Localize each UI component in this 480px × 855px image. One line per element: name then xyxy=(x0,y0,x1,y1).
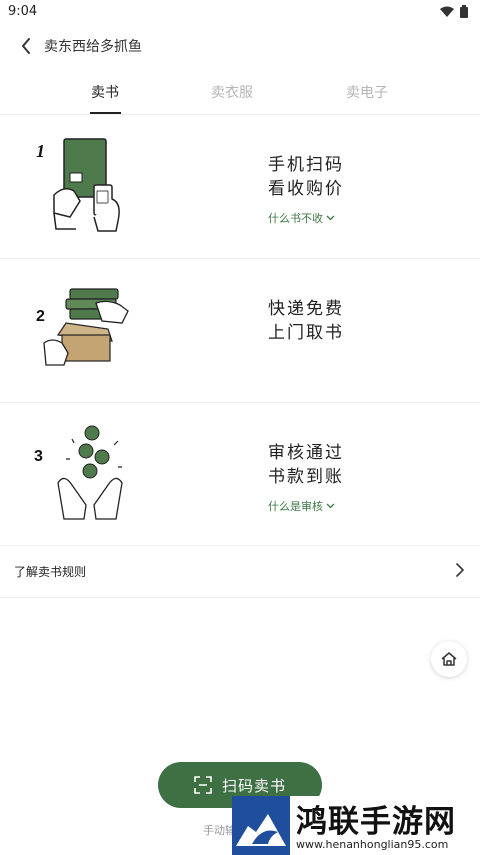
status-time: 9:04 xyxy=(8,4,38,19)
step-2-line-1: 快递免费 xyxy=(268,299,344,319)
selling-rules-label: 了解卖书规则 xyxy=(14,565,87,579)
review-info-link[interactable]: 什么是审核 xyxy=(268,498,335,514)
step-1-line-1: 手机扫码 xyxy=(268,155,344,175)
tab-sell-clothes[interactable]: 卖衣服 xyxy=(211,82,253,102)
status-icons xyxy=(440,5,468,18)
category-tabs: 卖书 卖衣服 卖电子 xyxy=(0,74,480,114)
page-title: 卖东西给多抓鱼 xyxy=(44,39,142,55)
unaccepted-books-link-label: 什么书不收 xyxy=(268,212,323,225)
scan-book-illustration: 1 xyxy=(36,138,120,232)
chevron-down-icon xyxy=(326,215,335,221)
tab-sell-electronics[interactable]: 卖电子 xyxy=(346,82,388,102)
step-3-number: 3 xyxy=(34,448,43,465)
app-header: 卖东西给多抓鱼 xyxy=(0,24,480,68)
home-icon xyxy=(441,652,457,666)
tab-sell-books[interactable]: 卖书 xyxy=(91,82,119,102)
back-arrow-icon xyxy=(22,38,30,54)
step-1: 1 手机扫码 看收购价 什么书不收 xyxy=(0,115,480,259)
scan-icon xyxy=(194,776,212,794)
chevron-right-icon xyxy=(456,563,464,577)
unaccepted-books-link[interactable]: 什么书不收 xyxy=(268,210,335,226)
step-3-line-2: 书款到账 xyxy=(268,467,344,487)
step-2-line-2: 上门取书 xyxy=(268,323,344,343)
watermark-logo-icon xyxy=(232,796,290,855)
status-bar: 9:04 xyxy=(0,0,480,24)
step-2-text: 快递免费 上门取书 xyxy=(268,297,344,345)
watermark-url: www.henanhonglian95.com xyxy=(296,838,449,851)
step-3-text: 审核通过 书款到账 xyxy=(268,441,344,489)
rules-divider xyxy=(0,597,480,598)
step-3-line-1: 审核通过 xyxy=(268,443,344,463)
back-button[interactable] xyxy=(14,34,38,58)
scan-to-sell-label: 扫码卖书 xyxy=(221,776,286,795)
payment-illustration: 3 xyxy=(34,425,123,520)
step-2: 2 快递免费 上门取书 xyxy=(0,259,480,403)
chevron-down-icon xyxy=(326,503,335,509)
step-1-text: 手机扫码 看收购价 xyxy=(268,153,344,201)
step-1-number: 1 xyxy=(36,141,45,161)
review-info-link-label: 什么是审核 xyxy=(268,500,323,513)
wifi-icon xyxy=(440,6,454,17)
step-1-line-2: 看收购价 xyxy=(268,179,344,199)
step-3: 3 审核通过 书款到账 什么是审核 xyxy=(0,403,480,547)
home-button[interactable] xyxy=(431,641,467,677)
watermark-title: 鸿联手游网 xyxy=(296,804,456,840)
selling-rules-row[interactable]: 了解卖书规则 xyxy=(0,546,480,596)
courier-pickup-illustration: 2 xyxy=(36,288,129,366)
step-2-number: 2 xyxy=(36,308,45,325)
battery-icon xyxy=(460,5,468,18)
watermark: 鸿联手游网 www.henanhonglian95.com xyxy=(232,796,480,855)
